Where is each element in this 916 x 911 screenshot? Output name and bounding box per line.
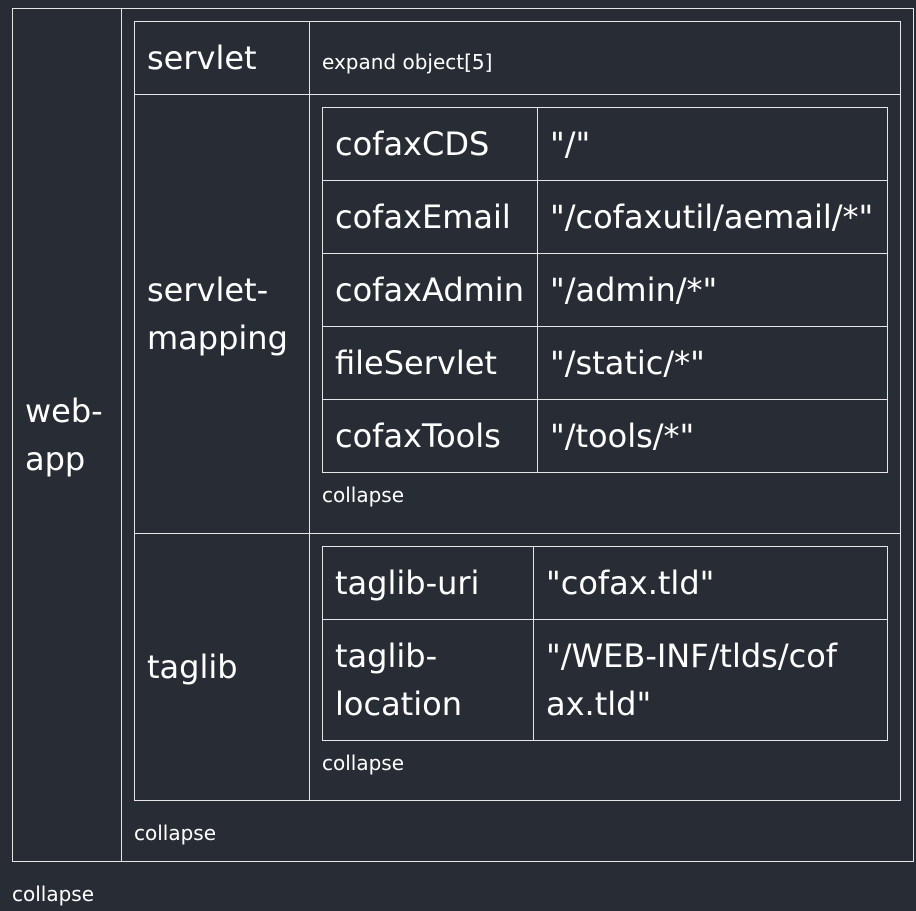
web-app-value: servlet expand object[5] servlet-mapping [121, 8, 914, 862]
servlet-mapping-collapse-button[interactable]: collapse [322, 473, 888, 519]
web-app-key-label: web-app [25, 392, 103, 478]
mapping-value: "/cofaxutil/aemail/*" [537, 180, 888, 254]
mapping-key: cofaxEmail [322, 180, 538, 254]
servlet-mapping-key: servlet-mapping [134, 94, 310, 534]
servlet-mapping-row: servlet-mapping cofaxCDS "/" cofaxEmail [134, 94, 901, 534]
taglib-entry-key: taglib-uri [322, 546, 534, 620]
mapping-value-text: "/tools/*" [550, 417, 695, 455]
taglib-collapse-button[interactable]: collapse [322, 741, 888, 787]
mapping-value-text: "/cofaxutil/aemail/*" [550, 198, 874, 236]
servlet-mapping-key-label: servlet-mapping [147, 271, 288, 357]
taglib-entry-key-label: taglib-location [335, 637, 462, 723]
taglib-key: taglib [134, 533, 310, 801]
web-app-collapse-button[interactable]: collapse [134, 801, 901, 857]
json-viewer: web-app servlet expand object[5] servlet… [12, 8, 914, 906]
mapping-value-text: "/" [550, 125, 591, 163]
taglib-table: taglib-uri "cofax.tld" taglib-location "… [322, 546, 888, 741]
servlet-key: servlet [134, 21, 310, 95]
root-collapse-button[interactable]: collapse [12, 862, 914, 906]
mapping-key: cofaxCDS [322, 107, 538, 181]
servlet-mapping-value: cofaxCDS "/" cofaxEmail "/cofaxutil/aema… [309, 94, 901, 534]
taglib-value: taglib-uri "cofax.tld" taglib-location "… [309, 533, 901, 801]
web-app-table: web-app servlet expand object[5] servlet… [12, 8, 914, 862]
table-row: fileServlet "/static/*" [322, 326, 888, 400]
mapping-value: "/admin/*" [537, 253, 888, 327]
servlet-expand-button[interactable]: expand object[5] [322, 50, 492, 74]
mapping-key: cofaxTools [322, 399, 538, 473]
servlet-row: servlet expand object[5] [134, 21, 901, 95]
taglib-entry-value: "cofax.tld" [533, 546, 888, 620]
servlet-value: expand object[5] [309, 21, 901, 95]
servlet-key-label: servlet [147, 39, 257, 77]
mapping-key-label: cofaxEmail [335, 198, 511, 236]
taglib-entry-value: "/WEB-INF/tlds/cofax.tld" [533, 619, 888, 741]
mapping-key-label: cofaxTools [335, 417, 501, 455]
mapping-value: "/" [537, 107, 888, 181]
table-row: taglib-location "/WEB-INF/tlds/cofax.tld… [322, 619, 888, 741]
mapping-key-label: cofaxCDS [335, 125, 490, 163]
mapping-key: fileServlet [322, 326, 538, 400]
web-app-object-table: servlet expand object[5] servlet-mapping [134, 21, 901, 801]
web-app-row: web-app servlet expand object[5] servlet… [12, 8, 914, 862]
taglib-entry-key-label: taglib-uri [335, 564, 480, 602]
table-row: cofaxTools "/tools/*" [322, 399, 888, 473]
table-row: cofaxEmail "/cofaxutil/aemail/*" [322, 180, 888, 254]
web-app-key: web-app [12, 8, 122, 862]
taglib-entry-value-text: "cofax.tld" [546, 564, 715, 602]
mapping-key-label: fileServlet [335, 344, 497, 382]
table-row: cofaxCDS "/" [322, 107, 888, 181]
mapping-value-text: "/admin/*" [550, 271, 718, 309]
taglib-key-label: taglib [147, 648, 238, 686]
table-row: taglib-uri "cofax.tld" [322, 546, 888, 620]
taglib-row: taglib taglib-uri "cofax.tld" taglib-loc… [134, 533, 901, 801]
table-row: cofaxAdmin "/admin/*" [322, 253, 888, 327]
mapping-value: "/tools/*" [537, 399, 888, 473]
mapping-value: "/static/*" [537, 326, 888, 400]
taglib-entry-value-text: "/WEB-INF/tlds/cofax.tld" [546, 637, 838, 723]
servlet-mapping-table: cofaxCDS "/" cofaxEmail "/cofaxutil/aema… [322, 107, 888, 473]
mapping-value-text: "/static/*" [550, 344, 705, 382]
taglib-entry-key: taglib-location [322, 619, 534, 741]
mapping-key-label: cofaxAdmin [335, 271, 524, 309]
mapping-key: cofaxAdmin [322, 253, 538, 327]
